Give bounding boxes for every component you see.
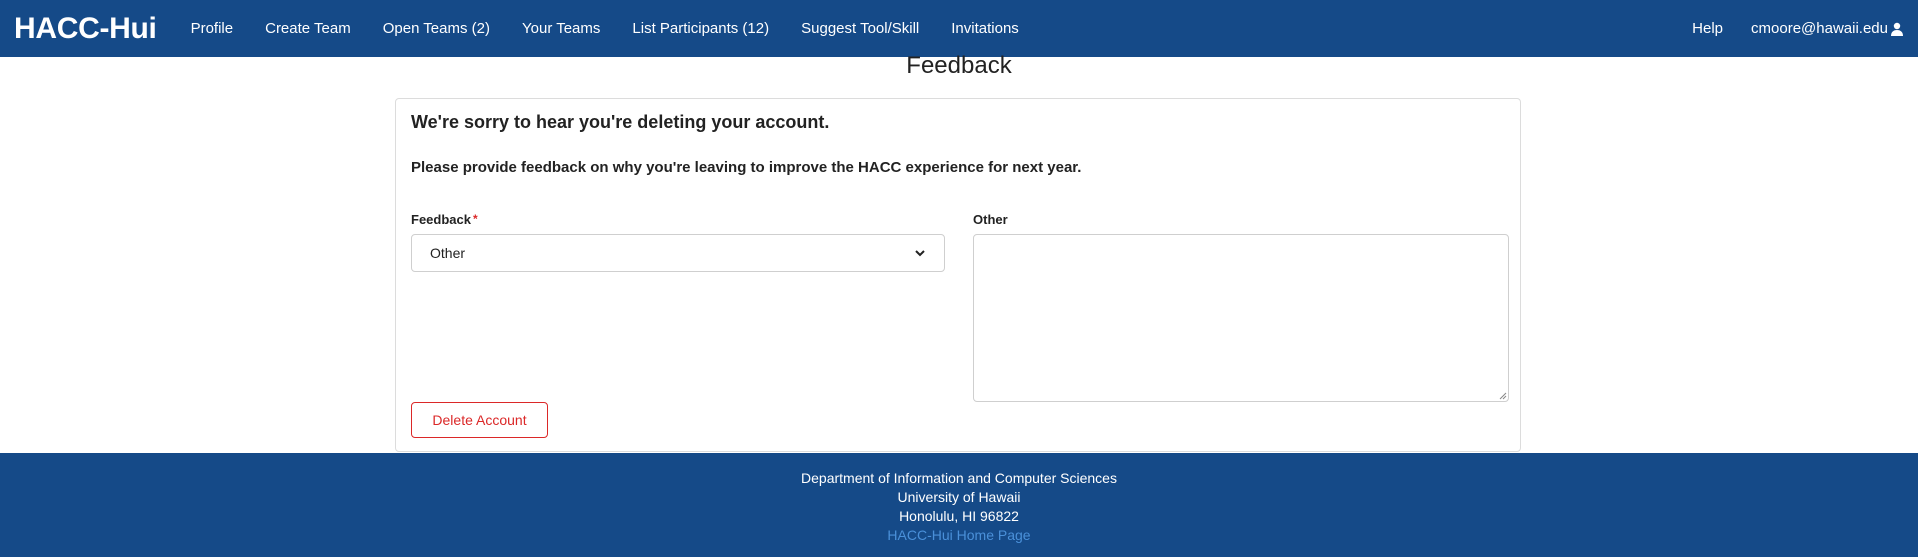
form-subheading: Please provide feedback on why you're le… bbox=[411, 159, 1082, 176]
feedback-select[interactable]: Other bbox=[411, 234, 945, 272]
nav-open-teams[interactable]: Open Teams (2) bbox=[367, 20, 506, 37]
footer-address: Honolulu, HI 96822 bbox=[899, 508, 1019, 524]
resize-grip-icon[interactable] bbox=[1499, 392, 1507, 400]
footer-university: University of Hawaii bbox=[897, 489, 1021, 505]
footer-home-link[interactable]: HACC-Hui Home Page bbox=[0, 526, 1918, 545]
form-heading: We're sorry to hear you're deleting your… bbox=[411, 112, 830, 132]
nav-create-team[interactable]: Create Team bbox=[249, 20, 367, 37]
user-menu[interactable]: cmoore@hawaii.edu bbox=[1737, 20, 1904, 37]
footer-department: Department of Information and Computer S… bbox=[801, 470, 1117, 486]
nav-invitations[interactable]: Invitations bbox=[935, 20, 1035, 37]
other-label: Other bbox=[973, 212, 1008, 227]
required-marker: * bbox=[472, 212, 478, 226]
user-icon bbox=[1891, 22, 1903, 36]
feedback-label-text: Feedback bbox=[411, 212, 471, 227]
delete-account-button[interactable]: Delete Account bbox=[411, 402, 548, 438]
brand-logo[interactable]: HACC-Hui bbox=[14, 12, 157, 46]
other-textarea[interactable] bbox=[973, 234, 1509, 402]
nav-right: Help cmoore@hawaii.edu bbox=[1678, 20, 1904, 37]
page-title: Feedback bbox=[906, 52, 1012, 79]
footer: Department of Information and Computer S… bbox=[0, 453, 1918, 557]
chevron-down-icon bbox=[915, 250, 925, 257]
top-navbar: HACC-Hui Profile Create Team Open Teams … bbox=[0, 0, 1918, 57]
delete-account-form: We're sorry to hear you're deleting your… bbox=[395, 98, 1521, 452]
nav-your-teams[interactable]: Your Teams bbox=[506, 20, 616, 37]
nav-links: Profile Create Team Open Teams (2) Your … bbox=[175, 20, 1035, 37]
nav-suggest-tool-skill[interactable]: Suggest Tool/Skill bbox=[785, 20, 935, 37]
feedback-label: Feedback * bbox=[411, 212, 478, 227]
nav-help[interactable]: Help bbox=[1678, 20, 1737, 37]
feedback-select-value: Other bbox=[430, 245, 466, 261]
nav-list-participants[interactable]: List Participants (12) bbox=[616, 20, 785, 37]
nav-profile[interactable]: Profile bbox=[175, 20, 250, 37]
user-email: cmoore@hawaii.edu bbox=[1751, 20, 1888, 37]
